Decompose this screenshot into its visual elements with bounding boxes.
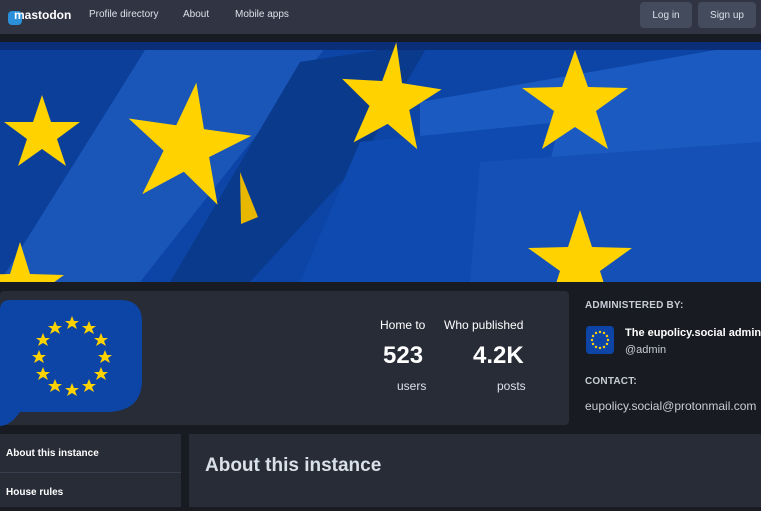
users-stat-value: 523 [383, 342, 424, 369]
admin-handle[interactable]: @admin [625, 344, 666, 356]
posts-stat-unit: posts [497, 379, 526, 393]
nav-mobile-apps[interactable]: Mobile apps [235, 9, 289, 20]
instance-banner-image [0, 42, 761, 282]
posts-stat-prefix: Who published [444, 318, 524, 332]
users-stat-prefix: Home to [380, 318, 426, 332]
nav-profile-directory[interactable]: Profile directory [89, 9, 158, 20]
top-navigation-bar: mastodon Profile directory About Mobile … [0, 0, 761, 34]
login-button[interactable]: Log in [640, 2, 692, 28]
users-stat-unit: users [397, 379, 427, 393]
posts-stat-value: 4.2K [473, 342, 524, 369]
page-title: About this instance [205, 455, 382, 476]
signup-button[interactable]: Sign up [698, 2, 756, 28]
admin-display-name[interactable]: The eupolicy.social admin [625, 327, 761, 339]
nav-about[interactable]: About [183, 9, 209, 20]
administered-by-heading: ADMINISTERED BY: [585, 300, 684, 311]
sidebar-item-house-rules[interactable]: House rules [0, 473, 181, 511]
logo-text: mastodon [14, 8, 72, 22]
contact-heading: CONTACT: [585, 376, 637, 387]
admin-avatar[interactable] [586, 326, 614, 354]
main-content-panel: About this instance [189, 434, 761, 507]
contact-email[interactable]: eupolicy.social@protonmail.com [585, 399, 756, 413]
instance-avatar [0, 300, 142, 426]
about-sidebar: About this instance House rules [0, 434, 181, 507]
sidebar-item-about-instance[interactable]: About this instance [0, 434, 181, 472]
